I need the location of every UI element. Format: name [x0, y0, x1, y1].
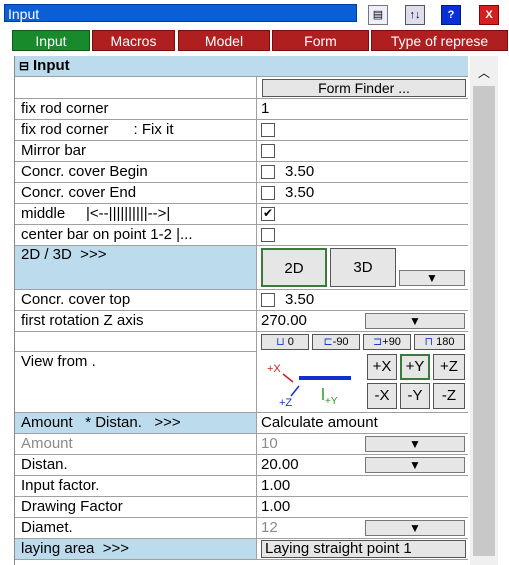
rotate-0-label: 0 [287, 336, 294, 348]
view-axis-icon: +X +Z +Y [267, 363, 351, 409]
view-minus-z-button[interactable]: -Z [433, 383, 465, 409]
rotate-minus90-button[interactable]: ⊏-90 [312, 334, 360, 350]
tab-macros[interactable]: Macros [92, 30, 175, 51]
label-distan: Distan. [15, 455, 257, 475]
section-header[interactable]: ⊟ Input [15, 56, 468, 77]
scroll-up-icon[interactable]: ︿ [478, 64, 490, 81]
rotate-plus90-label: +90 [382, 336, 401, 348]
row-amount: Amount 10 ▼ [15, 434, 468, 455]
label-rotation: first rotation Z axis [15, 311, 257, 331]
middle-checkbox[interactable]: ✔ [261, 207, 275, 221]
label-fix-it: fix rod corner : Fix it [15, 120, 257, 140]
value-cover-end[interactable]: 3.50 [257, 183, 468, 203]
document-icon[interactable]: ▤ [368, 5, 388, 25]
property-grid: ⊟ Input Form Finder ... fix rod corner 1… [14, 56, 468, 565]
rotate-0-icon: ⊔ [276, 336, 285, 348]
distan-dropdown[interactable]: ▼ [365, 457, 465, 473]
label-laying-area: laying area >>> [15, 539, 257, 559]
rotate-plus90-button[interactable]: ⊐+90 [363, 334, 411, 350]
scrollbar[interactable]: ︿ [470, 56, 498, 565]
label-cover-begin: Concr. cover Begin [15, 162, 257, 182]
row-fix-rod-corner: fix rod corner 1 [15, 99, 468, 120]
view-minus-x-button[interactable]: -X [367, 383, 397, 409]
blank-cell [15, 332, 257, 351]
sort-icon[interactable]: ↑↓ [405, 5, 425, 25]
label-mirror-bar: Mirror bar [15, 141, 257, 161]
diamet-dropdown[interactable]: ▼ [365, 520, 465, 536]
row-drawing-factor: Drawing Factor 1.00 [15, 497, 468, 518]
row-mirror-bar: Mirror bar [15, 141, 468, 162]
label-cover-top: Concr. cover top [15, 290, 257, 310]
row-middle: middle |<--||||||||||-->| ✔ [15, 204, 468, 225]
dim-dropdown[interactable]: ▼ [399, 270, 465, 286]
value-input-factor[interactable]: 1.00 [257, 476, 468, 496]
empty-label [15, 77, 257, 98]
rotate-180-icon: ⊓ [424, 336, 434, 348]
row-diamet: Diamet. 12 ▼ [15, 518, 468, 539]
row-cover-end: Concr. cover End 3.50 [15, 183, 468, 204]
help-icon[interactable]: ? [441, 5, 461, 25]
svg-text:+Y: +Y [325, 396, 338, 407]
row-distan: Distan. 20.00 ▼ [15, 455, 468, 476]
calculate-amount-value[interactable]: Calculate amount [257, 413, 468, 433]
3d-button[interactable]: 3D [330, 248, 396, 287]
section-title: Input [33, 57, 70, 74]
rotate-180-button[interactable]: ⊓ 180 [414, 334, 465, 350]
label-middle: middle |<--||||||||||-->| [15, 204, 257, 224]
row-fix-it: fix rod corner : Fix it [15, 120, 468, 141]
2d-button[interactable]: 2D [261, 248, 327, 287]
label-view-from: View from . [15, 351, 257, 413]
rotate-plus90-icon: ⊐ [373, 336, 383, 348]
rotate-0-button[interactable]: ⊔ 0 [261, 334, 309, 350]
value-fix-rod-corner[interactable]: 1 [257, 99, 468, 119]
scrollbar-thumb[interactable] [473, 86, 495, 556]
amount-dropdown[interactable]: ▼ [365, 436, 465, 452]
rotate-180-label: 180 [436, 336, 455, 348]
tab-input[interactable]: Input [12, 30, 90, 51]
form-finder-row: Form Finder ... [15, 77, 468, 99]
label-input-factor: Input factor. [15, 476, 257, 496]
row-2d-3d: 2D / 3D >>> 2D 3D ▼ [15, 246, 468, 290]
row-input-factor: Input factor. 1.00 [15, 476, 468, 497]
label-amount: Amount [15, 434, 257, 454]
view-plus-y-button[interactable]: +Y [400, 354, 430, 380]
row-cover-begin: Concr. cover Begin 3.50 [15, 162, 468, 183]
close-icon[interactable]: X [479, 5, 499, 25]
label-drawing-factor: Drawing Factor [15, 497, 257, 517]
view-plus-x-button[interactable]: +X [367, 354, 397, 380]
tab-form[interactable]: Form [272, 30, 369, 51]
label-amount-distan: Amount * Distan. >>> [15, 413, 257, 433]
value-drawing-factor[interactable]: 1.00 [257, 497, 468, 517]
row-rotation: first rotation Z axis 270.00 ▼ [15, 311, 468, 332]
form-finder-button[interactable]: Form Finder ... [262, 79, 466, 97]
collapse-icon[interactable]: ⊟ [19, 56, 29, 76]
label-diamet: Diamet. [15, 518, 257, 538]
row-center-bar: center bar on point 1-2 |... [15, 225, 468, 246]
label-cover-end: Concr. cover End [15, 183, 257, 203]
window-title: Input [4, 4, 357, 22]
mirror-bar-checkbox[interactable] [261, 144, 275, 158]
view-minus-y-button[interactable]: -Y [400, 383, 430, 409]
row-amount-header: Amount * Distan. >>> Calculate amount [15, 413, 468, 434]
fix-it-checkbox[interactable] [261, 123, 275, 137]
svg-text:+X: +X [267, 363, 281, 375]
center-bar-checkbox[interactable] [261, 228, 275, 242]
value-cover-begin[interactable]: 3.50 [257, 162, 468, 182]
label-2d-3d: 2D / 3D >>> [15, 246, 257, 289]
row-laying-area: laying area >>> Laying straight point 1 [15, 539, 468, 560]
label-fix-rod-corner: fix rod corner [15, 99, 257, 119]
tab-type-of-representation[interactable]: Type of represe [371, 30, 508, 51]
rotate-minus90-icon: ⊏ [323, 336, 333, 348]
label-center-bar: center bar on point 1-2 |... [15, 225, 257, 245]
tab-model[interactable]: Model [178, 30, 270, 51]
view-plus-z-button[interactable]: +Z [433, 354, 465, 380]
rotation-dropdown[interactable]: ▼ [365, 313, 465, 329]
row-view-from: View from . ⊔ 0 ⊏-90 ⊐+90 ⊓ 180 +X +Z +Y… [15, 332, 468, 413]
svg-text:+Z: +Z [279, 397, 292, 409]
value-cover-top[interactable]: 3.50 [257, 290, 468, 310]
rotate-minus90-label: -90 [332, 336, 349, 348]
row-cover-top: Concr. cover top 3.50 [15, 290, 468, 311]
laying-area-button[interactable]: Laying straight point 1 [261, 540, 466, 558]
